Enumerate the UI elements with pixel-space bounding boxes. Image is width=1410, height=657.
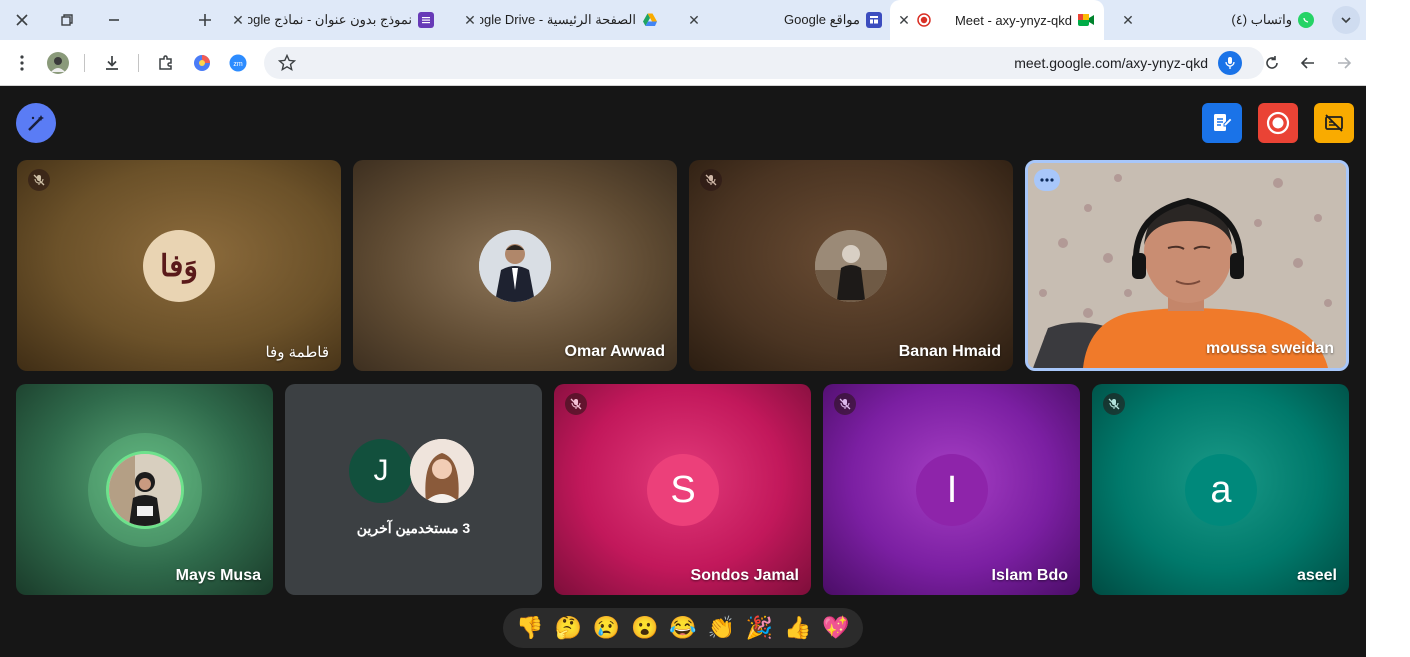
url-text: meet.google.com/axy-ynyz-qkd xyxy=(1014,55,1208,71)
back-arrow-icon[interactable] xyxy=(1296,51,1320,75)
tab-google-forms[interactable]: نموذج بدون عنوان - نماذج Google ✕ xyxy=(228,0,440,40)
reaction-party[interactable]: 🎉 xyxy=(744,613,774,643)
muted-mic-icon xyxy=(565,393,587,415)
participant-name: moussa sweidan xyxy=(1205,340,1334,357)
tab-title: نموذج بدون عنوان - نماذج Google xyxy=(248,12,412,27)
participant-avatar xyxy=(815,230,887,302)
participant-letter-avatar: a xyxy=(1185,454,1257,526)
browser-window: نموذج بدون عنوان - نماذج Google ✕ الصفحة… xyxy=(0,0,1366,657)
reaction-thumbs-up[interactable]: 👍 xyxy=(783,613,813,643)
muted-mic-icon xyxy=(28,169,50,191)
participant-tile-speaking[interactable]: moussa sweidan xyxy=(1025,160,1349,371)
participant-name: Mays Musa xyxy=(175,567,261,584)
svg-text:zm: zm xyxy=(233,61,243,68)
muted-mic-icon xyxy=(1103,393,1125,415)
extensions-puzzle-icon[interactable] xyxy=(154,51,178,75)
participant-letter-avatar: I xyxy=(916,454,988,526)
tab-whatsapp[interactable]: واتساب (٤) ✕ xyxy=(1112,0,1326,40)
participant-letter-avatar: J xyxy=(349,439,413,503)
reactions-bar: 👎 🤔 😢 😮 😂 👏 🎉 👍 💖 xyxy=(503,608,863,648)
browser-toolbar: zm meet.google.com/axy-ynyz-qkd xyxy=(0,40,1366,86)
reaction-sparkling-heart[interactable]: 💖 xyxy=(821,613,851,643)
reaction-thumbs-down[interactable]: 👎 xyxy=(515,613,545,643)
effects-magic-wand-button[interactable] xyxy=(16,103,56,143)
close-tab-icon[interactable]: ✕ xyxy=(460,10,480,30)
tab-google-drive[interactable]: الصفحة الرئيسية - Google Drive ✕ xyxy=(452,0,664,40)
close-tab-icon[interactable]: ✕ xyxy=(684,10,704,30)
more-options-icon[interactable] xyxy=(1034,169,1060,191)
reaction-thinking[interactable]: 🤔 xyxy=(553,613,583,643)
close-tab-icon[interactable]: ✕ xyxy=(1118,10,1138,30)
participant-avatar xyxy=(106,451,184,529)
recording-dot-icon xyxy=(916,12,932,28)
tab-search-chevron-down-icon[interactable] xyxy=(1332,6,1360,34)
participant-name: Omar Awwad xyxy=(564,343,665,360)
google-drive-icon xyxy=(642,12,658,28)
toolbar-divider xyxy=(138,54,139,72)
zoom-extension-icon[interactable]: zm xyxy=(226,51,250,75)
participant-tile[interactable]: I Islam Bdo xyxy=(823,384,1080,595)
reaction-crying[interactable]: 😢 xyxy=(592,613,622,643)
participant-tile[interactable]: a aseel xyxy=(1092,384,1349,595)
tab-title: الصفحة الرئيسية - Google Drive xyxy=(480,12,636,27)
google-forms-icon xyxy=(418,12,434,28)
participant-name: Banan Hmaid xyxy=(898,343,1001,360)
participant-tile[interactable]: Mays Musa xyxy=(16,384,273,595)
participant-avatar: وَفا xyxy=(143,230,215,302)
participant-name: Sondos Jamal xyxy=(690,567,799,584)
participant-video xyxy=(1028,163,1346,368)
participant-tile[interactable]: وَفا قاطمة وفا xyxy=(17,160,341,371)
others-group-tile[interactable]: J 3 مستخدمين آخرين xyxy=(285,384,542,595)
close-window-icon[interactable] xyxy=(7,6,37,34)
kebab-menu-icon[interactable] xyxy=(10,51,34,75)
muted-mic-icon xyxy=(700,169,722,191)
screenshot-blank-margin xyxy=(1366,0,1410,657)
recording-button[interactable] xyxy=(1258,103,1298,143)
reaction-surprised[interactable]: 😮 xyxy=(630,613,660,643)
restore-window-icon[interactable] xyxy=(52,6,82,34)
minimize-window-icon[interactable] xyxy=(99,6,129,34)
profile-avatar[interactable] xyxy=(46,51,70,75)
close-tab-icon[interactable]: ✕ xyxy=(894,10,914,30)
captions-off-button[interactable] xyxy=(1314,103,1354,143)
avatar-calligraphy: وَفا xyxy=(160,248,198,284)
toolbar-divider xyxy=(84,54,85,72)
notes-document-button[interactable] xyxy=(1202,103,1242,143)
reload-icon[interactable] xyxy=(1260,51,1284,75)
participant-letter-avatar: S xyxy=(647,454,719,526)
tab-meet[interactable]: Meet - axy-ynyz-qkd ✕ xyxy=(890,0,1104,40)
participant-name: قاطمة وفا xyxy=(265,344,329,361)
participant-tile[interactable]: Omar Awwad xyxy=(353,160,677,371)
tab-title: واتساب (٤) xyxy=(1231,12,1292,27)
google-sites-icon xyxy=(866,12,882,28)
avatar-letter: I xyxy=(946,468,958,511)
avatar-letter: S xyxy=(670,468,696,511)
avatar-letter: J xyxy=(373,454,389,487)
tab-title: مواقع Google xyxy=(784,12,860,27)
tab-title: Meet - axy-ynyz-qkd xyxy=(954,12,1072,28)
participant-avatar xyxy=(410,439,474,503)
tab-google-sites[interactable]: مواقع Google ✕ xyxy=(676,0,888,40)
reaction-laughing[interactable]: 😂 xyxy=(668,613,698,643)
participant-name: aseel xyxy=(1296,567,1337,584)
meet-icon xyxy=(1078,12,1094,28)
participant-tile[interactable]: Banan Hmaid xyxy=(689,160,1013,371)
muted-mic-icon xyxy=(834,393,856,415)
whatsapp-icon xyxy=(1298,12,1314,28)
voice-search-mic-icon[interactable] xyxy=(1218,51,1242,75)
others-count-label: 3 مستخدمين آخرين xyxy=(356,520,471,536)
participant-avatar xyxy=(479,230,551,302)
close-tab-icon[interactable]: ✕ xyxy=(228,10,248,30)
bookmark-star-icon[interactable] xyxy=(277,53,297,77)
participant-name: Islam Bdo xyxy=(991,567,1068,584)
extension-color-icon[interactable] xyxy=(190,51,214,75)
download-icon[interactable] xyxy=(100,51,124,75)
forward-arrow-icon[interactable] xyxy=(1332,51,1356,75)
avatar-letter: a xyxy=(1210,468,1232,511)
new-tab-icon[interactable] xyxy=(190,6,220,34)
address-bar[interactable]: meet.google.com/axy-ynyz-qkd xyxy=(264,47,1264,79)
tab-strip: نموذج بدون عنوان - نماذج Google ✕ الصفحة… xyxy=(0,0,1366,40)
participant-tile[interactable]: S Sondos Jamal xyxy=(554,384,811,595)
reaction-clapping[interactable]: 👏 xyxy=(706,613,736,643)
